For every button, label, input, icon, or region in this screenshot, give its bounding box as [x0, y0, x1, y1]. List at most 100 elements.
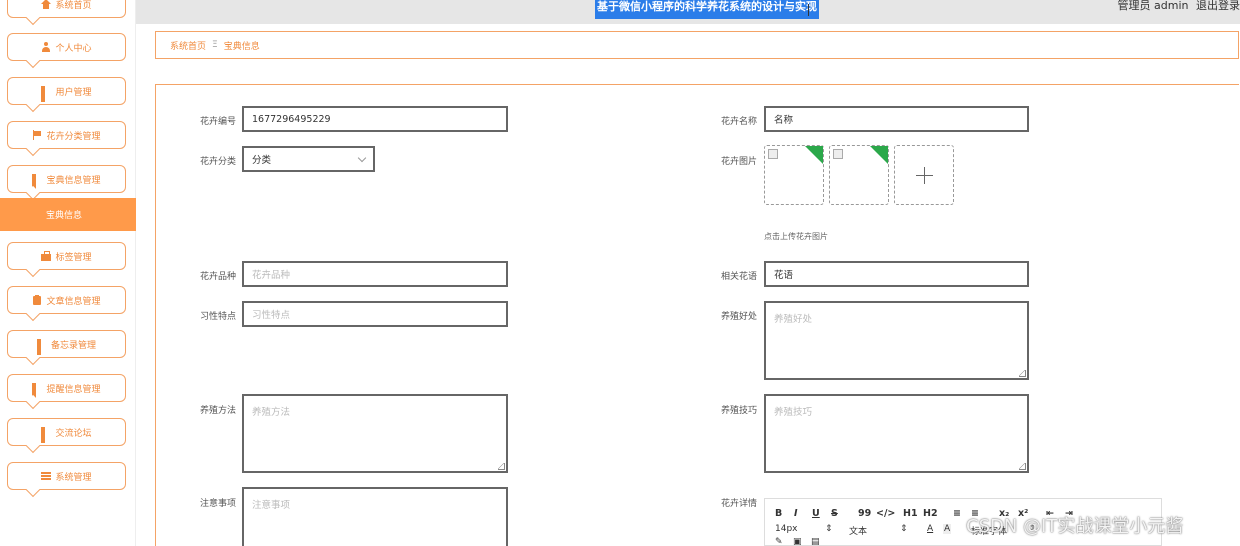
- sidebar-item-system[interactable]: 系统管理: [7, 462, 126, 498]
- sidebar-item-flower-category[interactable]: 花卉分类管理: [7, 121, 126, 157]
- sidebar-item-label: 备忘录管理: [50, 340, 96, 351]
- top-bar: 基于微信小程序的科学养花系统的设计与实现 管理员 admin 退出登录: [136, 0, 1240, 24]
- sidebar-item-home[interactable]: 系统首页: [7, 0, 126, 26]
- sidebar-item-articles[interactable]: 文章信息管理: [7, 286, 126, 322]
- sidebar-item-label: 系统首页: [55, 0, 92, 11]
- sidebar-item-reminders[interactable]: 提醒信息管理: [7, 374, 126, 410]
- uploaded-image-2[interactable]: [829, 145, 889, 205]
- breadcrumb-separator: Ξ: [212, 40, 218, 50]
- underline-button[interactable]: U: [812, 508, 820, 519]
- resize-grip-icon[interactable]: [1019, 370, 1026, 377]
- notes-placeholder: 注意事项: [252, 500, 291, 511]
- flower-language-input[interactable]: 花语: [764, 261, 1029, 287]
- sidebar-item-label: 文章信息管理: [46, 296, 101, 307]
- home-icon: [41, 0, 52, 9]
- sidebar-item-users[interactable]: 用户管理: [7, 77, 126, 113]
- flag-icon: [32, 130, 42, 140]
- benefits-textarea[interactable]: 养殖好处: [764, 301, 1029, 380]
- category-label: 花卉分类: [199, 157, 236, 167]
- image-label: 花卉图片: [720, 157, 757, 167]
- breadcrumb-home[interactable]: 系统首页: [170, 39, 206, 52]
- grid-icon: [41, 427, 51, 443]
- method-textarea[interactable]: 养殖方法: [242, 394, 508, 473]
- notes-textarea[interactable]: 注意事项: [242, 487, 508, 546]
- sidebar-item-forum[interactable]: 交流论坛: [7, 418, 126, 454]
- sidebar-item-profile[interactable]: 个人中心: [7, 33, 126, 69]
- logout-link[interactable]: 退出登录: [1196, 0, 1240, 12]
- sidebar-item-label: 宝典信息管理: [46, 175, 101, 186]
- sidebar-item-tags[interactable]: 标签管理: [7, 242, 126, 278]
- italic-button[interactable]: I: [794, 508, 798, 519]
- resize-grip-icon[interactable]: [498, 463, 505, 470]
- grid-icon: [32, 383, 42, 399]
- sidebar-item-label: 个人中心: [55, 43, 92, 54]
- sidebar: 系统首页 个人中心 用户管理 花卉分类管理 宝典信息管理 宝典信息 标签管理 文…: [0, 0, 136, 546]
- image-icon[interactable]: ▣: [793, 537, 802, 546]
- flower-no-label: 花卉编号: [199, 117, 236, 127]
- sidebar-item-memo[interactable]: 备忘录管理: [7, 330, 126, 366]
- briefcase-icon: [41, 251, 52, 261]
- text-type-select[interactable]: 文本: [849, 524, 867, 537]
- user-area: 管理员 admin 退出登录: [1114, 0, 1240, 12]
- notes-label: 注意事项: [199, 499, 236, 509]
- sidebar-item-guide-info[interactable]: 宝典信息管理: [7, 165, 126, 201]
- broken-image-icon: [833, 149, 843, 159]
- h2-button[interactable]: H2: [923, 508, 938, 519]
- flower-language-label: 相关花语: [720, 272, 757, 282]
- video-icon[interactable]: ▤: [811, 537, 820, 546]
- text-type-caret-icon: ⇕: [900, 524, 908, 534]
- method-label: 养殖方法: [199, 406, 236, 416]
- sidebar-item-label: 提醒信息管理: [46, 384, 101, 395]
- tips-placeholder: 养殖技巧: [774, 407, 813, 418]
- habits-label: 习性特点: [199, 312, 236, 322]
- breadcrumb-current: 宝典信息: [223, 41, 260, 52]
- variety-input[interactable]: 花卉品种: [242, 261, 508, 287]
- variety-label: 花卉品种: [199, 272, 236, 282]
- sidebar-item-label: 交流论坛: [55, 428, 92, 439]
- tips-label: 养殖技巧: [720, 406, 757, 416]
- broken-image-icon: [768, 149, 778, 159]
- current-user: 管理员 admin: [1117, 0, 1189, 12]
- app-title: 基于微信小程序的科学养花系统的设计与实现: [595, 0, 819, 19]
- text-cursor: [808, 4, 809, 16]
- sidebar-item-label: 用户管理: [55, 87, 92, 98]
- chevron-down-icon: [357, 153, 367, 163]
- sidebar-item-label: 花卉分类管理: [46, 131, 101, 142]
- habits-input[interactable]: 习性特点: [242, 301, 508, 327]
- sidebar-subitem-guide-info[interactable]: 宝典信息: [0, 198, 136, 231]
- success-corner-icon: [870, 146, 888, 164]
- font-color-icon[interactable]: A: [927, 524, 933, 534]
- method-placeholder: 养殖方法: [252, 407, 291, 418]
- category-select[interactable]: 分类: [242, 146, 375, 172]
- upload-hint: 点击上传花卉图片: [764, 232, 828, 241]
- blockquote-button[interactable]: 99: [858, 508, 871, 519]
- resize-grip-icon[interactable]: [1019, 463, 1026, 470]
- sidebar-item-label: 系统管理: [55, 472, 92, 483]
- code-button[interactable]: </>: [876, 508, 895, 519]
- user-icon: [41, 42, 51, 52]
- background-color-icon[interactable]: A: [943, 524, 952, 534]
- success-corner-icon: [805, 146, 823, 164]
- strike-button[interactable]: S: [831, 508, 838, 519]
- link-icon[interactable]: ✎: [775, 537, 783, 546]
- flower-name-input[interactable]: 名称: [764, 106, 1029, 132]
- grid-icon: [36, 339, 47, 355]
- watermark: CSDN @IT实战课堂小元酱: [966, 516, 1184, 537]
- details-label: 花卉详情: [720, 499, 757, 509]
- flower-name-label: 花卉名称: [720, 117, 757, 127]
- upload-add-button[interactable]: [894, 145, 954, 205]
- sidebar-item-label: 标签管理: [55, 252, 92, 263]
- font-size-select[interactable]: 14px: [775, 524, 798, 534]
- benefits-placeholder: 养殖好处: [774, 314, 813, 325]
- menu-icon: [41, 471, 52, 481]
- benefits-label: 养殖好处: [720, 312, 757, 322]
- tips-textarea[interactable]: 养殖技巧: [764, 394, 1029, 473]
- font-size-caret-icon: ⇕: [825, 524, 833, 534]
- flower-no-input[interactable]: 1677296495229: [242, 106, 508, 132]
- breadcrumb: 系统首页 Ξ 宝典信息: [155, 31, 1239, 59]
- grid-icon: [41, 86, 51, 102]
- bold-button[interactable]: B: [775, 508, 782, 519]
- h1-button[interactable]: H1: [903, 508, 918, 519]
- ordered-list-button[interactable]: ≡: [953, 508, 961, 519]
- uploaded-image-1[interactable]: [764, 145, 824, 205]
